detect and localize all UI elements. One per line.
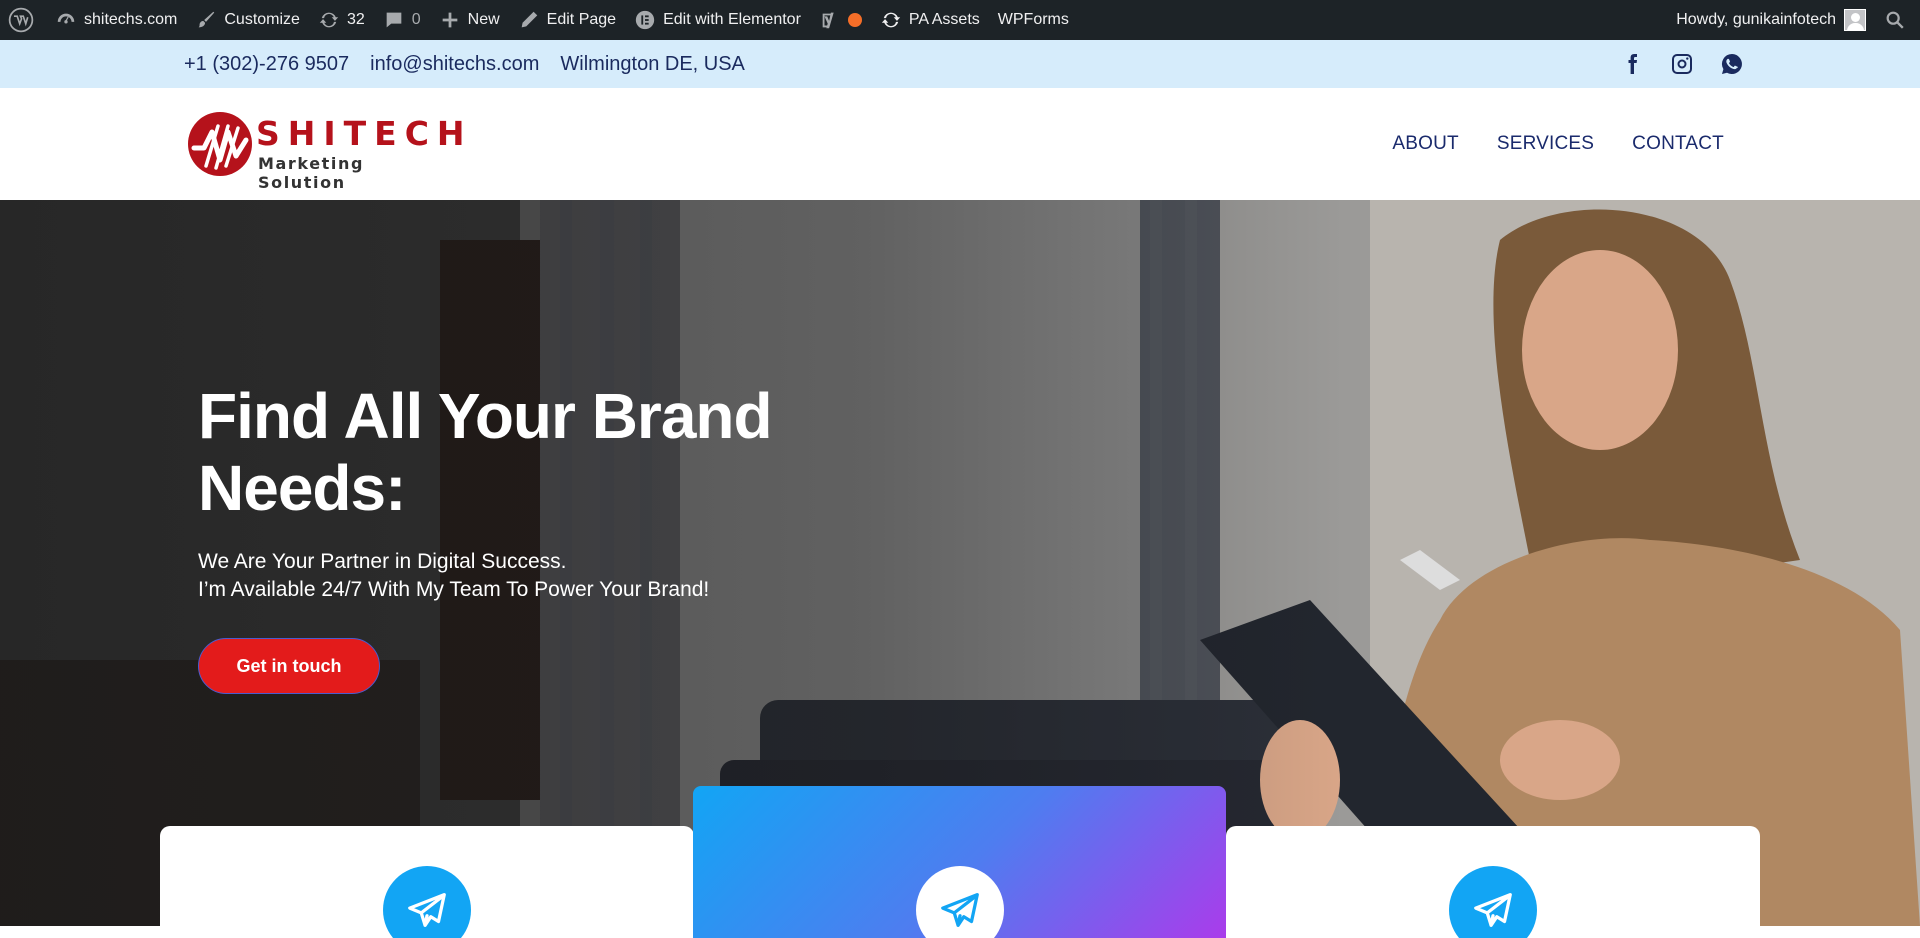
wordpress-logo-icon[interactable] [0, 0, 46, 40]
site-logo[interactable]: SHITECH Marketing Solution [188, 110, 465, 192]
updates-count: 32 [346, 11, 365, 28]
nav-item-about[interactable]: ABOUT [1392, 133, 1458, 155]
paper-plane-icon [1449, 866, 1537, 938]
admin-comments-link[interactable]: 0 [374, 0, 430, 40]
feature-card-2 [693, 786, 1226, 938]
admin-pa-assets-link[interactable]: PA Assets [871, 0, 989, 40]
avatar [1844, 9, 1866, 31]
pa-assets-label: PA Assets [908, 11, 980, 28]
facebook-icon[interactable] [1620, 52, 1644, 76]
logo-tagline: Marketing Solution [258, 154, 365, 192]
paper-plane-icon [383, 866, 471, 938]
hero-content: Find All Your Brand Needs: We Are Your P… [198, 380, 818, 694]
nav-item-contact[interactable]: CONTACT [1632, 133, 1724, 155]
site-name: shitechs.com [84, 11, 178, 28]
hero-title-line1: Find All Your Brand [198, 380, 773, 452]
whatsapp-icon[interactable] [1720, 52, 1744, 76]
admin-updates-link[interactable]: 32 [309, 0, 374, 40]
elementor-icon [635, 10, 655, 30]
logo-brand-name: SHITECH [256, 114, 473, 153]
top-info-bar: +1 (302)-276 9507 info@shitechs.com Wilm… [0, 40, 1920, 88]
feature-card-1 [160, 826, 694, 938]
wpforms-label: WPForms [997, 11, 1069, 28]
hero-subtitle-line2: I’m Available 24/7 With My Team To Power… [198, 578, 710, 601]
edit-elementor-label: Edit with Elementor [663, 11, 801, 28]
brush-icon [199, 11, 215, 28]
admin-customize-link[interactable]: Customize [186, 0, 309, 40]
refresh-icon [881, 12, 901, 28]
edit-page-label: Edit Page [546, 11, 617, 28]
admin-yoast-link[interactable] [810, 0, 871, 40]
hero-subtitle-line1: We Are Your Partner in Digital Success. [198, 550, 567, 573]
comments-count: 0 [411, 11, 421, 28]
location: Wilmington DE, USA [560, 52, 745, 75]
main-navigation: ABOUT SERVICES CONTACT [1392, 88, 1724, 200]
hero-subtitle: We Are Your Partner in Digital Success. … [198, 548, 818, 604]
admin-wpforms-link[interactable]: WPForms [989, 0, 1078, 40]
wp-admin-bar: shitechs.com Customize 32 0 New Edit Pag… [0, 0, 1920, 40]
plus-icon [442, 12, 457, 28]
feature-card-3 [1226, 826, 1760, 938]
howdy-label: Howdy, gunikainfotech [1676, 11, 1836, 28]
admin-elementor-link[interactable]: Edit with Elementor [625, 0, 810, 40]
email-address[interactable]: info@shitechs.com [370, 53, 539, 76]
yoast-icon [822, 12, 834, 29]
nav-item-services[interactable]: SERVICES [1497, 133, 1594, 155]
search-icon [1886, 11, 1904, 29]
dashboard-icon [57, 13, 75, 24]
paper-plane-icon [916, 866, 1004, 938]
site-header: SHITECH Marketing Solution ABOUT SERVICE… [0, 88, 1920, 200]
admin-new-link[interactable]: New [430, 0, 509, 40]
seo-status-dot [847, 13, 862, 27]
pencil-icon [521, 11, 537, 28]
admin-search-button[interactable] [1875, 0, 1920, 40]
hero-title-line2: Needs: [198, 452, 406, 524]
admin-edit-page-link[interactable]: Edit Page [509, 0, 625, 40]
get-in-touch-button[interactable]: Get in touch [198, 638, 380, 694]
new-label: New [467, 11, 500, 28]
admin-site-link[interactable]: shitechs.com [46, 0, 186, 40]
customize-label: Customize [224, 11, 300, 28]
updates-icon [319, 12, 339, 28]
admin-account-menu[interactable]: Howdy, gunikainfotech [1667, 0, 1875, 40]
phone-number[interactable]: +1 (302)-276 9507 [184, 53, 349, 76]
comment-icon [386, 12, 402, 28]
hero-title: Find All Your Brand Needs: [198, 380, 818, 524]
instagram-icon[interactable] [1670, 52, 1694, 76]
